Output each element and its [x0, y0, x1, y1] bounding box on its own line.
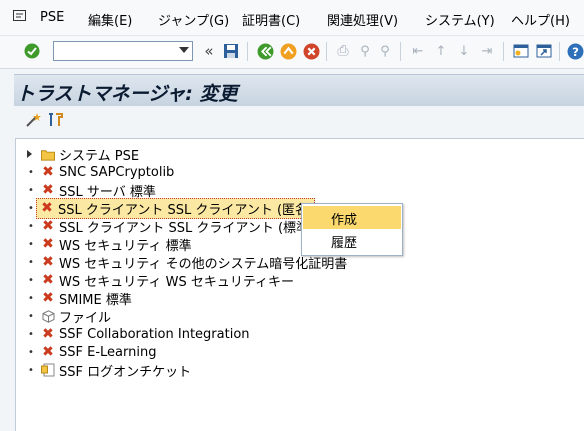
find-icon: ⚲ [360, 43, 370, 59]
menu-goto[interactable]: ジャンプ(G) [158, 10, 229, 29]
x-icon: ✖ [42, 254, 54, 270]
cancel-icon[interactable] [302, 42, 320, 60]
back-icon[interactable] [256, 42, 274, 60]
toolbar-separator [247, 42, 248, 61]
tree-node-label: WS セキュリティ WS セキュリティキー [59, 274, 295, 290]
bullet-icon: • [28, 346, 34, 358]
bullet-icon: • [28, 292, 34, 304]
bullet-icon: • [28, 202, 34, 214]
first-page-icon: ⇤ [412, 43, 424, 59]
x-icon: ✖ [42, 218, 54, 234]
pse-tree: システム PSE • ✖ SNC SAPCryptolib • ✖ SSL サー… [15, 138, 584, 431]
svg-text:?: ? [572, 44, 579, 58]
print-icon: ⎙ [337, 43, 349, 59]
context-menu-history[interactable]: 履歴 [303, 229, 401, 252]
x-icon: ✖ [42, 272, 54, 288]
bullet-icon: • [28, 220, 34, 232]
bullet-icon: • [28, 256, 34, 268]
menu-system[interactable]: システム(Y) [425, 10, 495, 29]
menu-certificate[interactable]: 証明書(C) [242, 10, 300, 29]
menu-edit[interactable]: 編集(E) [88, 10, 132, 29]
toolbar-separator [400, 42, 401, 61]
context-menu-item-label: 作成 [331, 213, 358, 228]
find-next-icon: ⚲ [380, 43, 390, 59]
system-menu-icon[interactable] [13, 10, 27, 22]
tree-node-label: ファイル [59, 310, 112, 326]
tree-node-ssf-logon-ticket[interactable]: • SSF ログオンチケット [26, 361, 192, 380]
menu-help[interactable]: ヘルプ(H) [511, 10, 570, 29]
command-field[interactable] [53, 41, 193, 61]
tree-node-label: WS セキュリティ 標準 [59, 238, 192, 254]
context-menu-create[interactable]: 作成 [303, 206, 401, 229]
selected-node-highlight: ✖ SSL クライアント SSL クライアント (匿名) [36, 197, 316, 219]
bullet-icon: • [28, 364, 34, 376]
tree-node-label: SNC SAPCryptolib [59, 164, 175, 180]
tree-node-ssl-client-anonymous[interactable]: • ✖ SSL クライアント SSL クライアント (匿名) [26, 197, 316, 219]
save-icon[interactable] [222, 42, 240, 60]
tree-node-label: SSF E-Learning [59, 344, 157, 360]
tree-node-ssl-client-standard[interactable]: • ✖ SSL クライアント SSL クライアント (標準) [26, 217, 315, 236]
previous-page-icon: ↑ [435, 43, 447, 59]
tree-node-label: SSL クライアント SSL クライアント (匿名) [58, 202, 314, 218]
tree-node-ssf-elearning[interactable]: • ✖ SSF E-Learning [26, 343, 156, 361]
menu-bar: PSE 編集(E) ジャンプ(G) 証明書(C) 関連処理(V) システム(Y)… [0, 0, 584, 35]
folder-icon [41, 147, 55, 161]
title-bar: トラストマネージャ: 変更 [14, 74, 584, 107]
menu-pse[interactable]: PSE [40, 10, 64, 25]
exit-icon[interactable] [279, 42, 297, 60]
bullet-icon: • [28, 184, 34, 196]
x-icon: ✖ [42, 344, 54, 360]
x-icon: ✖ [42, 236, 54, 252]
tools-icon[interactable] [47, 111, 65, 129]
enter-icon[interactable] [23, 42, 41, 60]
shortcut-icon[interactable] [535, 42, 553, 60]
x-icon: ✖ [42, 326, 54, 342]
create-session-icon[interactable] [512, 42, 530, 60]
tree-node-label: SSL クライアント SSL クライアント (標準) [59, 220, 315, 236]
toolbar-separator [559, 42, 560, 61]
toolbar-separator [326, 42, 327, 61]
toolbar-separator [503, 42, 504, 61]
tree-node-ws-security-standard[interactable]: • ✖ WS セキュリティ 標準 [26, 235, 192, 254]
command-dropdown-icon[interactable] [179, 47, 189, 53]
bullet-icon: • [28, 328, 34, 340]
context-menu: 作成 履歴 [301, 203, 403, 256]
wizard-icon[interactable] [24, 111, 42, 129]
ticket-icon [41, 363, 55, 377]
tree-node-system-pse[interactable]: システム PSE [26, 145, 140, 164]
last-page-icon: ⇥ [481, 43, 493, 59]
tree-node-file[interactable]: • ファイル [26, 307, 112, 326]
tree-node-label: システム PSE [59, 148, 140, 164]
tree-node-ws-security-other-encryption[interactable]: • ✖ WS セキュリティ その他のシステム暗号化証明書 [26, 253, 347, 272]
bullet-icon: • [28, 310, 34, 322]
standard-toolbar: « ⎙ ⚲ ⚲ ⇤ ↑ ↓ ⇥ ? [0, 35, 584, 69]
next-page-icon: ↓ [458, 43, 470, 59]
application-toolbar [14, 106, 584, 134]
tree-node-label: SSF ログオンチケット [59, 364, 192, 380]
context-menu-item-label: 履歴 [331, 236, 358, 251]
x-icon: ✖ [41, 200, 53, 216]
x-icon: ✖ [42, 182, 54, 198]
page-title: トラストマネージャ: 変更 [16, 83, 238, 105]
bullet-icon: • [28, 238, 34, 250]
tree-node-label: SSF Collaboration Integration [59, 326, 250, 342]
tree-node-ssl-server-standard[interactable]: • ✖ SSL サーバ 標準 [26, 181, 156, 200]
expand-arrow-icon[interactable] [26, 147, 36, 162]
tree-node-label: SMIME 標準 [59, 292, 132, 308]
collapse-icon[interactable]: « [200, 42, 218, 60]
help-icon[interactable]: ? [566, 42, 584, 60]
x-icon: ✖ [42, 164, 54, 180]
tree-node-smime-standard[interactable]: • ✖ SMIME 標準 [26, 289, 132, 308]
cube-icon [41, 309, 55, 323]
bullet-icon: • [28, 274, 34, 286]
tree-node-ws-security-keys[interactable]: • ✖ WS セキュリティ WS セキュリティキー [26, 271, 295, 290]
tree-node-snc-sapcryptolib[interactable]: • ✖ SNC SAPCryptolib [26, 163, 174, 181]
tree-node-ssf-collaboration[interactable]: • ✖ SSF Collaboration Integration [26, 325, 250, 343]
menu-environment[interactable]: 関連処理(V) [327, 10, 398, 29]
bullet-icon: • [28, 166, 34, 178]
x-icon: ✖ [42, 290, 54, 306]
